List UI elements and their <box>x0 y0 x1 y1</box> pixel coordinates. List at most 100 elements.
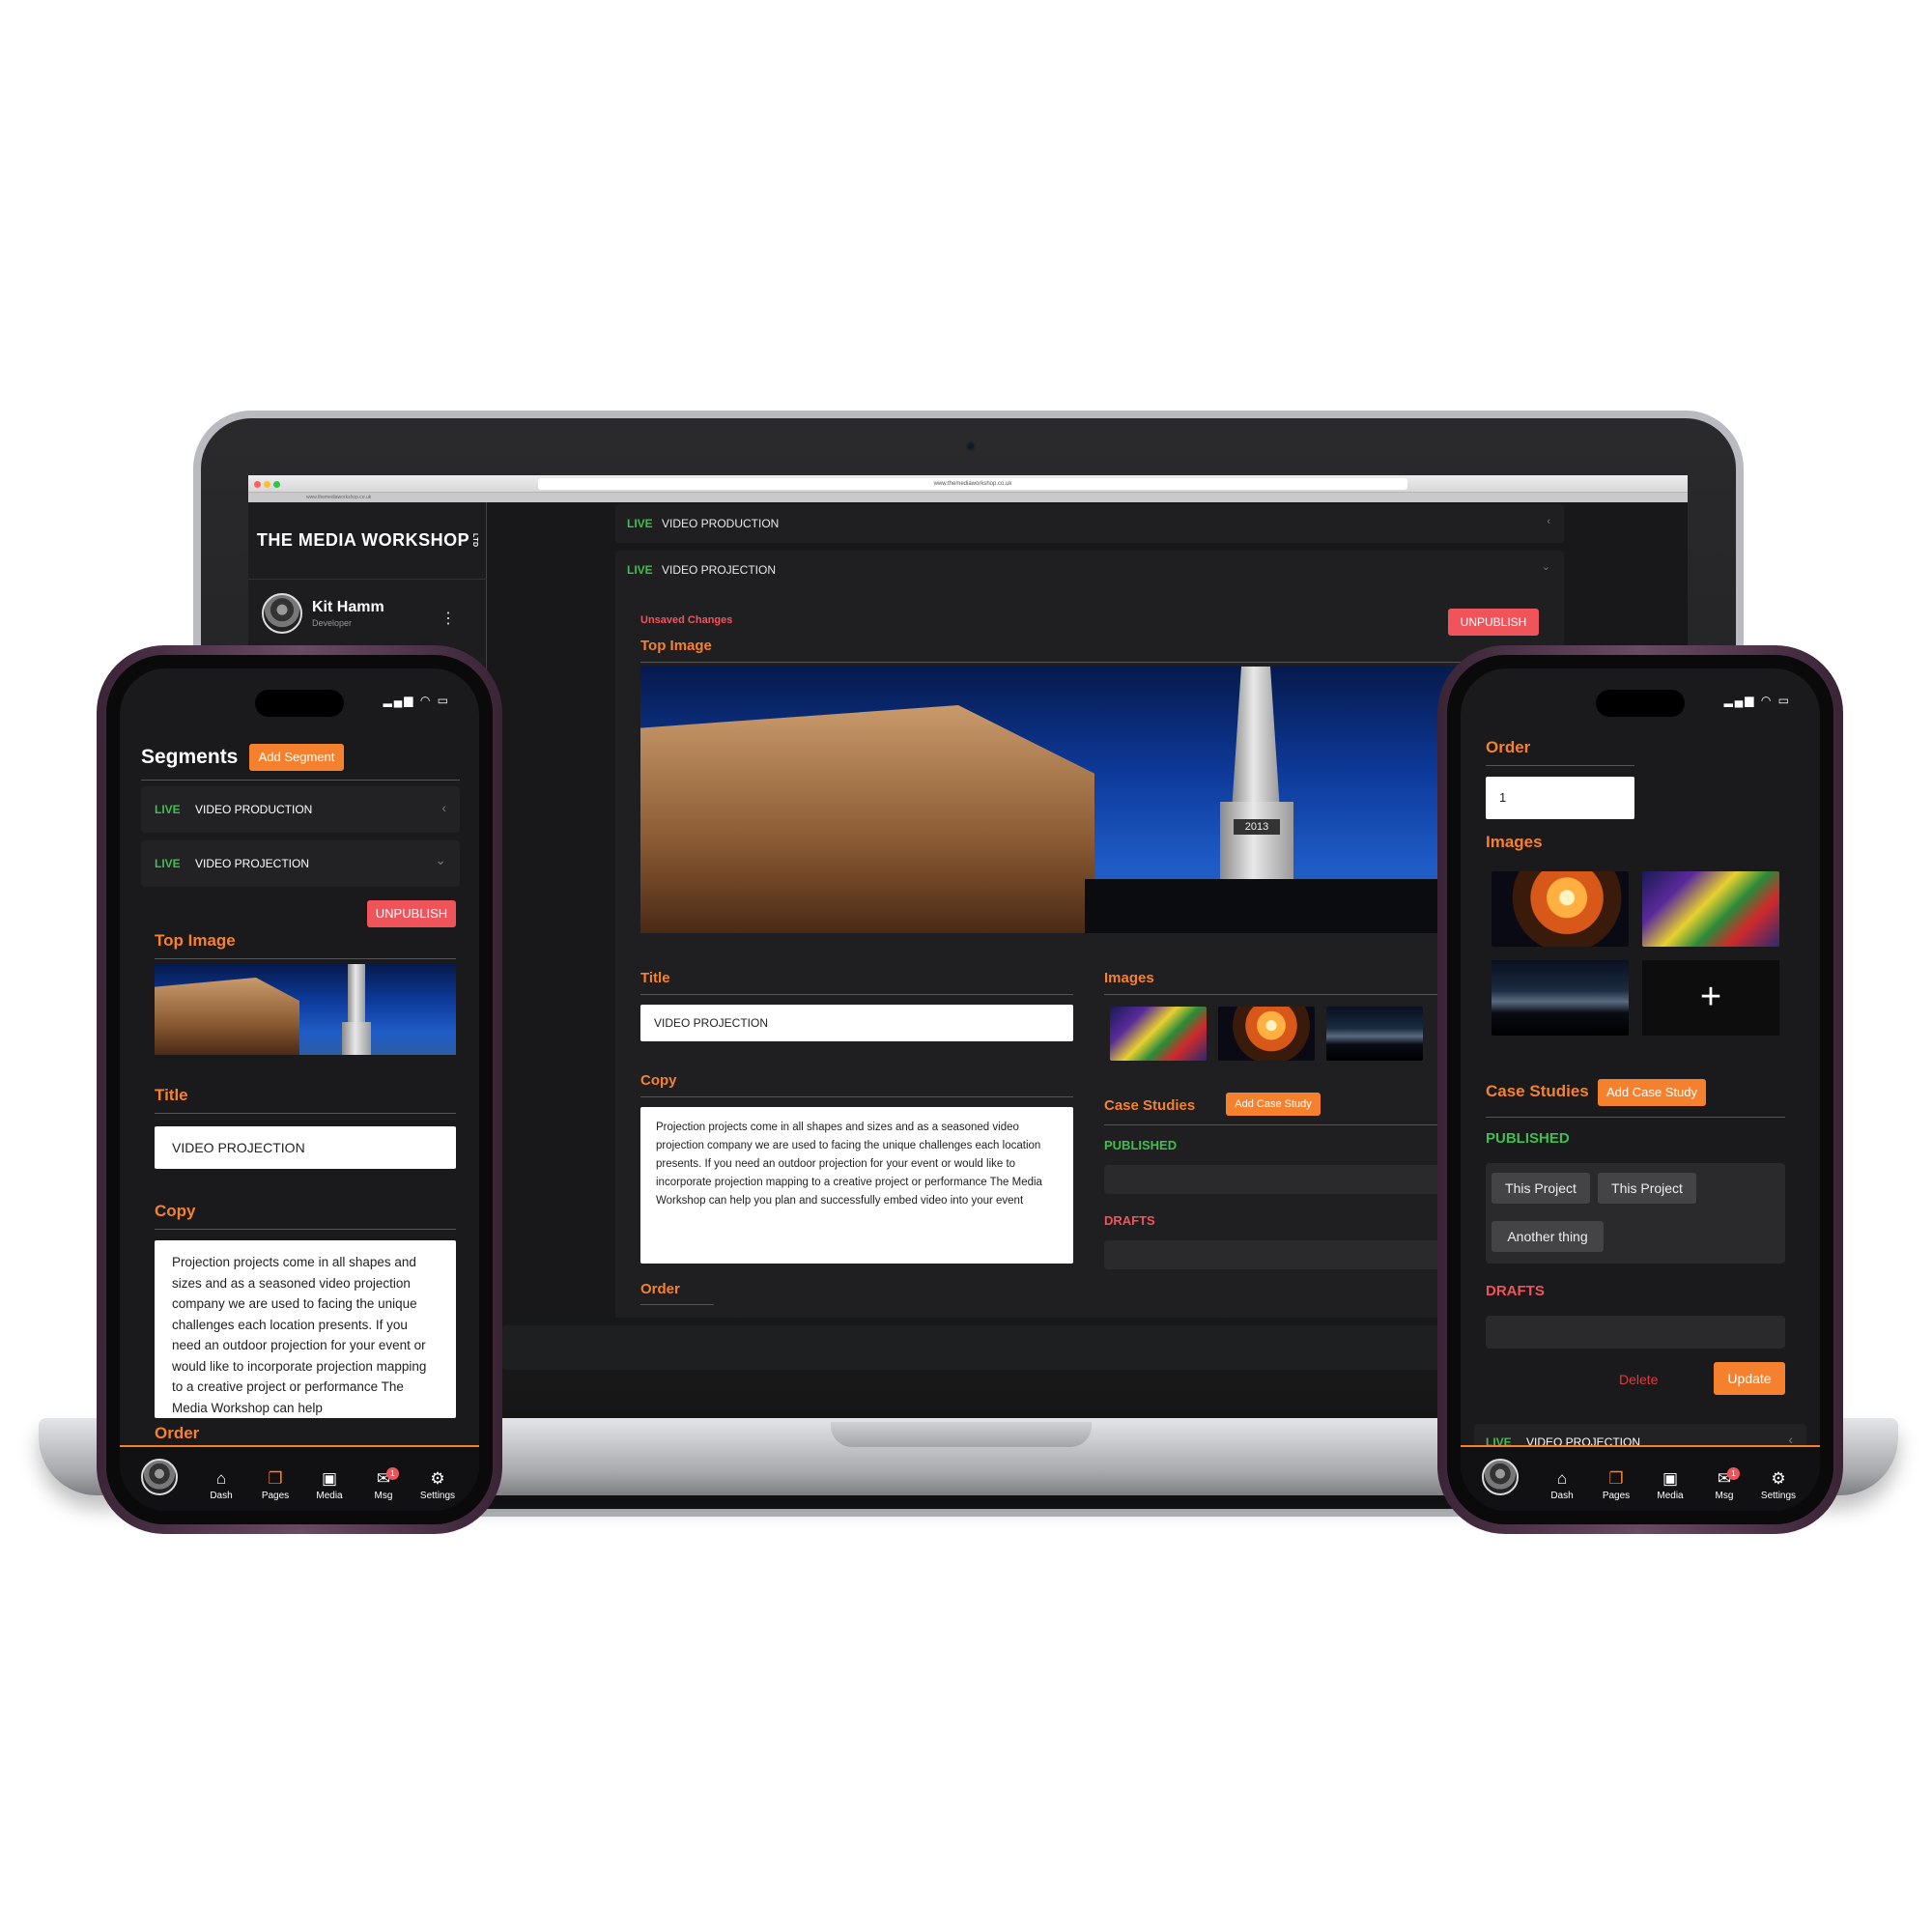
tower-shape <box>348 964 365 1026</box>
brand-logo[interactable]: THE MEDIA WORKSHOP LTD <box>248 502 487 580</box>
year-plaque: 2013 <box>1234 819 1280 835</box>
add-segment-button[interactable]: Add Segment <box>249 744 344 771</box>
segment-name: VIDEO PRODUCTION <box>662 517 780 530</box>
tab-media[interactable]: ▣ Media <box>1641 1469 1699 1501</box>
image-thumbnail[interactable] <box>1642 871 1779 947</box>
building-shape <box>640 705 1094 933</box>
image-icon: ▣ <box>321 1469 338 1488</box>
tab-settings[interactable]: ⚙ Settings <box>1749 1469 1807 1501</box>
phone-left-frame: ▂▄▆ ◠ ▭ Segments Add Segment LIVE VIDEO … <box>97 645 502 1534</box>
tab-settings[interactable]: ⚙ Settings <box>409 1469 467 1501</box>
home-icon: ⌂ <box>1556 1469 1568 1488</box>
tab-dash[interactable]: ⌂ Dash <box>192 1469 250 1501</box>
case-studies-label: Case Studies <box>1486 1082 1589 1100</box>
image-thumbnail[interactable] <box>1326 1007 1423 1061</box>
image-thumbnail[interactable] <box>1218 1007 1315 1061</box>
update-button[interactable]: Update <box>1714 1362 1785 1395</box>
dynamic-island <box>1596 690 1685 717</box>
bottom-tab-bar: ⌂ Dash ❐ Pages ▣ Media ✉ 1 Msg ⚙ Settings <box>1461 1445 1820 1511</box>
tab-label: Msg <box>1715 1491 1734 1501</box>
chevron-left-icon[interactable]: ‹ <box>1547 516 1550 527</box>
status-bar-icons: ▂▄▆ ◠ ▭ <box>383 694 450 707</box>
divider <box>640 662 1564 663</box>
order-label: Order <box>155 1424 200 1442</box>
divider <box>155 1113 456 1114</box>
brand-suffix: LTD <box>471 533 479 548</box>
minimize-window-icon[interactable] <box>264 481 270 488</box>
segment-row-video-production[interactable]: LIVE VIDEO PRODUCTION ‹ <box>615 504 1564 543</box>
tab-media[interactable]: ▣ Media <box>300 1469 358 1501</box>
unsaved-changes-notice: Unsaved Changes <box>640 614 733 626</box>
published-label: PUBLISHED <box>1486 1130 1570 1147</box>
segment-name: VIDEO PROJECTION <box>195 857 310 870</box>
delete-button[interactable]: Delete <box>1619 1372 1658 1387</box>
top-image-label: Top Image <box>155 931 236 950</box>
home-icon: ⌂ <box>215 1469 227 1488</box>
order-input[interactable]: 1 <box>1486 777 1634 819</box>
top-image-label: Top Image <box>640 638 712 654</box>
tab-label: Settings <box>1760 1491 1797 1501</box>
divider <box>640 1304 714 1305</box>
order-label: Order <box>640 1281 680 1297</box>
image-thumbnail[interactable] <box>1492 871 1629 947</box>
user-role: Developer <box>312 618 353 628</box>
brand-name: THE MEDIA WORKSHOP <box>256 530 470 550</box>
more-options-icon[interactable]: ⋮ <box>440 609 456 628</box>
title-input[interactable]: VIDEO PROJECTION <box>640 1005 1073 1041</box>
case-study-chip[interactable]: This Project <box>1598 1173 1696 1204</box>
maximize-window-icon[interactable] <box>273 481 280 488</box>
top-image[interactable] <box>155 964 456 1055</box>
chevron-down-icon[interactable]: ⌄ <box>435 852 446 868</box>
add-case-study-button[interactable]: Add Case Study <box>1598 1079 1706 1106</box>
copy-label: Copy <box>155 1202 196 1220</box>
divider <box>1486 1117 1785 1118</box>
tab-pages[interactable]: ❐ Pages <box>1587 1469 1645 1501</box>
message-icon: ✉ <box>1717 1469 1732 1488</box>
unpublish-button[interactable]: UNPUBLISH <box>367 900 456 927</box>
image-thumbnail[interactable] <box>1110 1007 1207 1061</box>
image-thumbnail[interactable] <box>1492 960 1629 1036</box>
browser-tab[interactable]: www.themediaworkshop.co.uk <box>248 493 1688 502</box>
url-bar[interactable]: www.themediaworkshop.co.uk <box>538 478 1407 490</box>
phone-right-frame: ▂▄▆ ◠ ▭ Order 1 Images + Case Studies Ad… <box>1437 645 1843 1534</box>
add-case-study-button[interactable]: Add Case Study <box>1226 1093 1321 1116</box>
phone-right-screen: ▂▄▆ ◠ ▭ Order 1 Images + Case Studies Ad… <box>1461 668 1820 1511</box>
segment-row-video-projection[interactable]: LIVE VIDEO PROJECTION ⌄ <box>141 840 460 887</box>
tab-dash[interactable]: ⌂ Dash <box>1533 1469 1591 1501</box>
divider <box>155 1229 456 1230</box>
add-image-button[interactable]: + <box>1642 960 1779 1036</box>
tab-msg[interactable]: ✉ 1 Msg <box>1695 1467 1753 1501</box>
gear-icon: ⚙ <box>1771 1469 1786 1488</box>
chevron-down-icon[interactable]: ⌄ <box>1542 560 1550 573</box>
status-badge: LIVE <box>627 563 653 577</box>
case-study-chip[interactable]: Another thing <box>1492 1221 1604 1252</box>
case-study-chip[interactable]: This Project <box>1492 1173 1590 1204</box>
divider <box>640 994 1073 995</box>
copy-textarea[interactable]: Projection projects come in all shapes a… <box>640 1107 1073 1264</box>
divider <box>141 780 460 781</box>
notification-badge: 1 <box>1727 1467 1740 1480</box>
tab-label: Media <box>316 1491 343 1501</box>
divider <box>155 958 456 959</box>
avatar[interactable] <box>1482 1459 1519 1495</box>
segment-row-video-production[interactable]: LIVE VIDEO PRODUCTION ‹ <box>141 786 460 833</box>
top-image[interactable]: 2013 <box>640 667 1564 933</box>
tab-msg[interactable]: ✉ 1 Msg <box>355 1467 412 1501</box>
laptop-notch <box>831 1422 1092 1447</box>
unpublish-button[interactable]: UNPUBLISH <box>1448 609 1539 636</box>
close-window-icon[interactable] <box>254 481 261 488</box>
drafts-list[interactable] <box>1486 1316 1785 1349</box>
copy-textarea[interactable]: Projection projects come in all shapes a… <box>155 1240 456 1418</box>
copy-label: Copy <box>640 1072 677 1089</box>
image-icon: ▣ <box>1662 1469 1679 1488</box>
user-profile[interactable]: Kit Hamm Developer ⋮ <box>248 580 487 647</box>
browser-toolbar: www.themediaworkshop.co.uk <box>248 475 1688 493</box>
user-name: Kit Hamm <box>312 599 384 615</box>
divider <box>1486 765 1634 766</box>
tab-pages[interactable]: ❐ Pages <box>246 1469 304 1501</box>
title-input[interactable]: VIDEO PROJECTION <box>155 1126 456 1169</box>
bottom-tab-bar: ⌂ Dash ❐ Pages ▣ Media ✉ 1 Msg ⚙ Settings <box>120 1445 479 1511</box>
title-label: Title <box>640 970 670 986</box>
avatar[interactable] <box>141 1459 178 1495</box>
chevron-left-icon[interactable]: ‹ <box>441 800 446 815</box>
